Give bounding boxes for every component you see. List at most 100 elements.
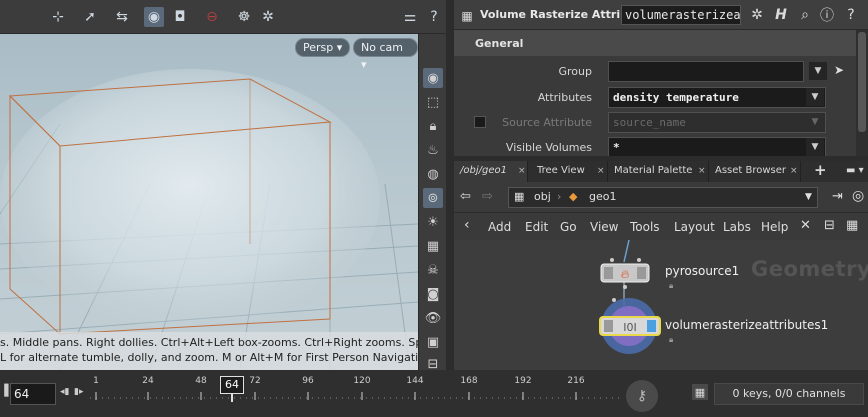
tick-label: 168 bbox=[460, 376, 478, 386]
node-label-pyrosource1[interactable]: pyrosource1 bbox=[665, 264, 739, 278]
scroll-thumb[interactable] bbox=[858, 32, 866, 132]
menu-view[interactable]: View bbox=[590, 220, 618, 234]
info-icon[interactable]: ⓘ bbox=[818, 6, 836, 24]
gear-icon[interactable]: ✲ bbox=[258, 7, 278, 27]
menu-edit[interactable]: Edit bbox=[525, 220, 548, 234]
headlight-icon[interactable]: ☀ bbox=[423, 212, 443, 232]
camera-icon[interactable]: ◘ bbox=[170, 7, 190, 27]
back-arrow-icon[interactable]: ⇦ bbox=[460, 189, 471, 204]
param-label: Group bbox=[558, 65, 593, 78]
scene-viewport[interactable]: Persp ▾ No cam ▾ s. Middle pans. Right d… bbox=[0, 34, 418, 370]
move-icon[interactable]: ➚ bbox=[80, 7, 100, 27]
node-name-field[interactable]: volumerasterizeat bbox=[621, 5, 741, 25]
group-field[interactable] bbox=[608, 61, 804, 82]
param-label: Attributes bbox=[537, 91, 592, 104]
layout-icon[interactable]: ⊟ bbox=[824, 218, 835, 233]
display-options-icon[interactable]: ⚌ bbox=[400, 7, 420, 27]
network-menu-bar: ‹ Add Edit Go View Tools Layout Labs Hel… bbox=[454, 213, 868, 240]
tab-material-palette[interactable]: Material Palette × bbox=[608, 161, 709, 182]
current-frame-marker[interactable]: 64 bbox=[220, 376, 244, 394]
key-icon[interactable]: ⚷ bbox=[626, 380, 658, 412]
pane-divider[interactable] bbox=[446, 0, 454, 370]
light-icon[interactable]: ♨ bbox=[423, 140, 443, 160]
snap-icon[interactable]: ☸ bbox=[234, 7, 254, 27]
wrench-icon[interactable]: ✕ bbox=[800, 218, 811, 233]
grid-icon[interactable]: ▦ bbox=[846, 218, 858, 233]
template-icon[interactable]: ⬚ bbox=[423, 92, 443, 112]
skull-icon[interactable]: ☠ bbox=[423, 260, 443, 280]
param-label: Visible Volumes bbox=[505, 141, 592, 154]
separator-icon: › bbox=[557, 190, 562, 203]
source-attribute-toggle[interactable] bbox=[474, 116, 486, 128]
pin-icon[interactable]: ⇥ bbox=[832, 189, 843, 204]
crumb-obj[interactable]: obj bbox=[534, 190, 551, 203]
attributes-menu-button[interactable]: ▼ bbox=[806, 88, 824, 106]
camera-lock-icon[interactable]: ◙ bbox=[423, 284, 443, 304]
expand-icon[interactable]: ‹ bbox=[464, 217, 470, 233]
tab-asset-browser[interactable]: Asset Browser × bbox=[709, 161, 801, 182]
close-icon: × bbox=[790, 166, 798, 176]
help-line: L for alternate tumble, dolly, and zoom.… bbox=[0, 351, 418, 364]
network-editor[interactable]: Geometry 🔥︎ I0I pyrosource1 🔒︎ volumeras… bbox=[454, 240, 868, 370]
frame-field[interactable]: 64 bbox=[10, 383, 56, 405]
visible-volumes-menu-button[interactable]: ▼ bbox=[806, 138, 824, 156]
menu-go[interactable]: Go bbox=[560, 220, 577, 234]
node-type-label: Volume Rasterize Attrib... bbox=[480, 8, 641, 21]
folder-tab-general[interactable]: General bbox=[454, 30, 856, 56]
snapshot-icon[interactable]: ▣ bbox=[423, 332, 443, 352]
parameter-header: ▦ Volume Rasterize Attrib... volumeraste… bbox=[454, 0, 868, 30]
help-icon[interactable]: ? bbox=[424, 7, 444, 27]
tab-obj-geo1[interactable]: /obj/geo1 × bbox=[454, 161, 528, 182]
node-graph: 🔥︎ I0I bbox=[599, 240, 661, 354]
chevron-down-icon[interactable]: ▼ bbox=[805, 192, 812, 202]
link-icon[interactable]: ◎ bbox=[852, 188, 864, 204]
shading-icon[interactable]: ◍ bbox=[423, 164, 443, 184]
menu-labs[interactable]: Labs bbox=[723, 220, 751, 234]
bulb-icon[interactable]: ⊚ bbox=[423, 188, 443, 208]
attributes-field[interactable]: density temperature bbox=[608, 87, 826, 108]
viewport-display-toolbar: ◉ ⬚ 🔒︎ ♨ ◍ ⊚ ☀ ▦ ☠ ◙ 👁︎ ▣ ⊟ bbox=[418, 34, 446, 372]
menu-add[interactable]: Add bbox=[488, 220, 511, 234]
close-icon: × bbox=[597, 166, 605, 176]
tick-label: 48 bbox=[195, 376, 207, 386]
parameter-scrollbar[interactable] bbox=[856, 30, 868, 156]
cam-selector-button[interactable]: No cam ▾ bbox=[353, 38, 418, 71]
node-label-volumerasterizeattributes1[interactable]: volumerasterizeattributes1 bbox=[665, 318, 828, 332]
help-h-icon[interactable]: H bbox=[772, 6, 790, 24]
transform-icon[interactable]: ⇆ bbox=[112, 7, 132, 27]
visibility-icon[interactable]: ◉ bbox=[423, 68, 443, 88]
tab-tree-view[interactable]: Tree View × bbox=[531, 161, 608, 182]
help-icon[interactable]: ? bbox=[842, 6, 860, 24]
viewport-help-text: s. Middle pans. Right dollies. Ctrl+Alt+… bbox=[0, 332, 418, 370]
geo-icon: ◆ bbox=[569, 190, 578, 203]
eye-icon[interactable]: 👁︎ bbox=[423, 308, 443, 328]
add-tab-button[interactable]: + bbox=[808, 161, 830, 182]
step-back-icon[interactable]: ◂▮ bbox=[60, 387, 69, 397]
menu-tools[interactable]: Tools bbox=[630, 220, 660, 234]
record-icon[interactable]: ⊖ bbox=[202, 7, 222, 27]
select-icon[interactable]: ⊹ bbox=[48, 7, 68, 27]
search-icon[interactable]: ⌕ bbox=[796, 6, 814, 24]
source-attribute-field: source_name bbox=[608, 112, 826, 133]
crumb-geo1[interactable]: geo1 bbox=[589, 190, 616, 203]
grid-icon[interactable]: ▦ bbox=[423, 236, 443, 256]
menu-layout[interactable]: Layout bbox=[674, 220, 715, 234]
select-arrow-icon[interactable]: ➤ bbox=[834, 63, 848, 79]
timeline-ruler[interactable]: 1 24 48 72 96 120 144 168 192 216 64 bbox=[90, 370, 620, 417]
tick-label: 96 bbox=[302, 376, 314, 386]
lock-icon[interactable]: 🔒︎ bbox=[423, 116, 443, 136]
gear-icon[interactable]: ✲ bbox=[748, 6, 766, 24]
camera-menu-button[interactable]: Persp ▾ bbox=[295, 38, 351, 57]
keyframe-options-icon[interactable]: ▦ bbox=[692, 384, 708, 400]
range-handle-icon[interactable]: ▐ bbox=[0, 384, 8, 397]
wire bbox=[623, 240, 630, 263]
lock-icon: 🔒︎ bbox=[669, 281, 674, 290]
param-row-group: Group ▼ ➤ bbox=[454, 59, 856, 84]
group-menu-button[interactable]: ▼ bbox=[809, 62, 827, 80]
pane-menu-icon[interactable]: ▬ ▾ bbox=[840, 161, 866, 182]
camera-view-icon[interactable]: ◉ bbox=[144, 7, 164, 27]
forward-arrow-icon[interactable]: ⇨ bbox=[482, 189, 493, 204]
step-forward-icon[interactable]: ▮▸ bbox=[74, 387, 83, 397]
visible-volumes-field[interactable]: * bbox=[608, 137, 826, 158]
menu-help[interactable]: Help bbox=[761, 220, 788, 234]
